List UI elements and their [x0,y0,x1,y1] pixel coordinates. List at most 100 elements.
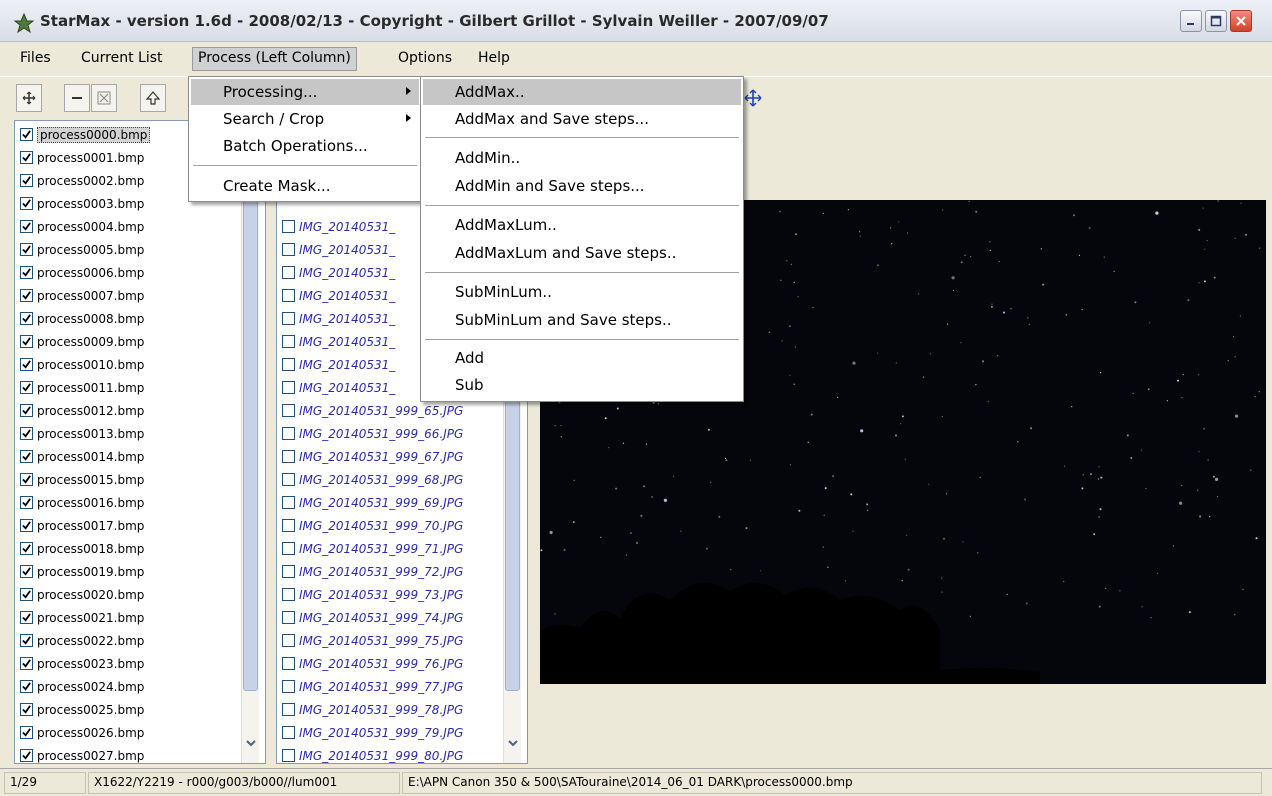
checkbox[interactable] [282,703,295,716]
list-item[interactable]: IMG_20140531_999_66.JPG [277,422,463,445]
submenu-item-addmaxlum-save-steps[interactable]: AddMaxLum and Save steps.. [423,240,741,266]
checkbox[interactable] [282,542,295,555]
list-item[interactable]: process0025.bmp [15,698,144,721]
checkbox[interactable] [282,266,295,279]
list-item[interactable]: IMG_20140531_ [277,215,395,238]
checkbox[interactable] [20,611,33,624]
checkbox[interactable] [20,542,33,555]
checkbox[interactable] [20,703,33,716]
list-item[interactable]: process0001.bmp [15,146,144,169]
list-item[interactable]: IMG_20140531_ [277,261,395,284]
list-item[interactable]: process0004.bmp [15,215,144,238]
checkbox[interactable] [20,496,33,509]
list-item[interactable]: process0006.bmp [15,261,144,284]
checkbox[interactable] [282,473,295,486]
checkbox[interactable] [282,588,295,601]
checkbox[interactable] [282,289,295,302]
list-item[interactable]: process0022.bmp [15,629,144,652]
submenu-item-addmax[interactable]: AddMax.. [423,79,741,105]
list-item[interactable]: process0016.bmp [15,491,144,514]
add-button[interactable] [16,84,42,112]
list-item[interactable]: process0003.bmp [15,192,144,215]
checkbox[interactable] [20,749,33,762]
list-item[interactable]: process0000.bmp [15,123,151,146]
checkbox[interactable] [282,381,295,394]
checkbox[interactable] [20,243,33,256]
menu-item-search-crop[interactable]: Search / Crop [191,106,419,132]
checkbox[interactable] [20,266,33,279]
remove-button[interactable] [64,84,90,112]
left-list-scrollbar[interactable] [241,121,259,763]
menu-current-list[interactable]: Current List [75,47,169,71]
list-item[interactable]: IMG_20140531_ [277,307,395,330]
list-item[interactable]: process0019.bmp [15,560,144,583]
checkbox[interactable] [282,634,295,647]
minimize-button[interactable] [1180,10,1202,32]
submenu-item-subminlum-save-steps[interactable]: SubMinLum and Save steps.. [423,307,741,333]
checkbox[interactable] [20,565,33,578]
checkbox[interactable] [282,726,295,739]
checkbox[interactable] [20,174,33,187]
chevron-down-icon[interactable] [245,737,257,749]
checkbox[interactable] [20,588,33,601]
list-item[interactable]: IMG_20140531_ [277,238,395,261]
list-item[interactable]: IMG_20140531_ [277,353,395,376]
checkbox[interactable] [282,611,295,624]
close-button[interactable] [1230,10,1252,32]
list-item[interactable]: IMG_20140531_999_70.JPG [277,514,463,537]
clear-button[interactable] [91,84,117,112]
checkbox[interactable] [282,680,295,693]
menu-options[interactable]: Options [392,47,458,71]
list-item[interactable]: process0012.bmp [15,399,144,422]
list-item[interactable]: process0027.bmp [15,744,144,763]
submenu-item-addmin-save-steps[interactable]: AddMin and Save steps... [423,173,741,199]
list-item[interactable]: process0011.bmp [15,376,144,399]
checkbox[interactable] [282,312,295,325]
list-item[interactable]: process0008.bmp [15,307,144,330]
menu-item-batch-operations[interactable]: Batch Operations... [191,133,419,159]
maximize-button[interactable] [1205,10,1227,32]
list-item[interactable]: IMG_20140531_999_79.JPG [277,721,463,744]
submenu-item-addmax-save-steps[interactable]: AddMax and Save steps... [423,106,741,132]
list-item[interactable]: IMG_20140531_999_75.JPG [277,629,463,652]
list-item[interactable]: process0005.bmp [15,238,144,261]
list-item[interactable]: IMG_20140531_ [277,330,395,353]
submenu-item-addmaxlum[interactable]: AddMaxLum.. [423,212,741,238]
list-item[interactable]: IMG_20140531_999_78.JPG [277,698,463,721]
list-item[interactable]: IMG_20140531_999_68.JPG [277,468,463,491]
list-item[interactable]: process0014.bmp [15,445,144,468]
checkbox[interactable] [20,473,33,486]
checkbox[interactable] [282,220,295,233]
list-item[interactable]: process0020.bmp [15,583,144,606]
list-item[interactable]: IMG_20140531_999_74.JPG [277,606,463,629]
list-item[interactable]: process0018.bmp [15,537,144,560]
list-item[interactable]: process0024.bmp [15,675,144,698]
checkbox[interactable] [20,519,33,532]
list-item[interactable]: IMG_20140531_999_76.JPG [277,652,463,675]
list-item[interactable]: process0002.bmp [15,169,144,192]
submenu-item-sub[interactable]: Sub [423,372,741,398]
checkbox[interactable] [282,450,295,463]
checkbox[interactable] [20,680,33,693]
list-item[interactable]: IMG_20140531_999_80.JPG [277,744,463,763]
checkbox[interactable] [20,358,33,371]
checkbox[interactable] [282,565,295,578]
checkbox[interactable] [20,220,33,233]
list-item[interactable]: process0015.bmp [15,468,144,491]
menu-item-processing[interactable]: Processing... [191,79,419,105]
checkbox[interactable] [282,519,295,532]
checkbox[interactable] [282,657,295,670]
checkbox[interactable] [20,427,33,440]
list-item[interactable]: IMG_20140531_999_73.JPG [277,583,463,606]
checkbox[interactable] [282,243,295,256]
menu-item-create-mask[interactable]: Create Mask... [191,173,419,199]
checkbox[interactable] [20,197,33,210]
list-item[interactable]: process0026.bmp [15,721,144,744]
list-item[interactable]: process0007.bmp [15,284,144,307]
checkbox[interactable] [20,335,33,348]
left-file-list[interactable]: process0000.bmp process0001.bmp process000… [14,120,266,764]
checkbox[interactable] [20,312,33,325]
list-item[interactable]: IMG_20140531_999_65.JPG [277,399,463,422]
checkbox[interactable] [282,749,295,762]
checkbox[interactable] [20,128,33,141]
